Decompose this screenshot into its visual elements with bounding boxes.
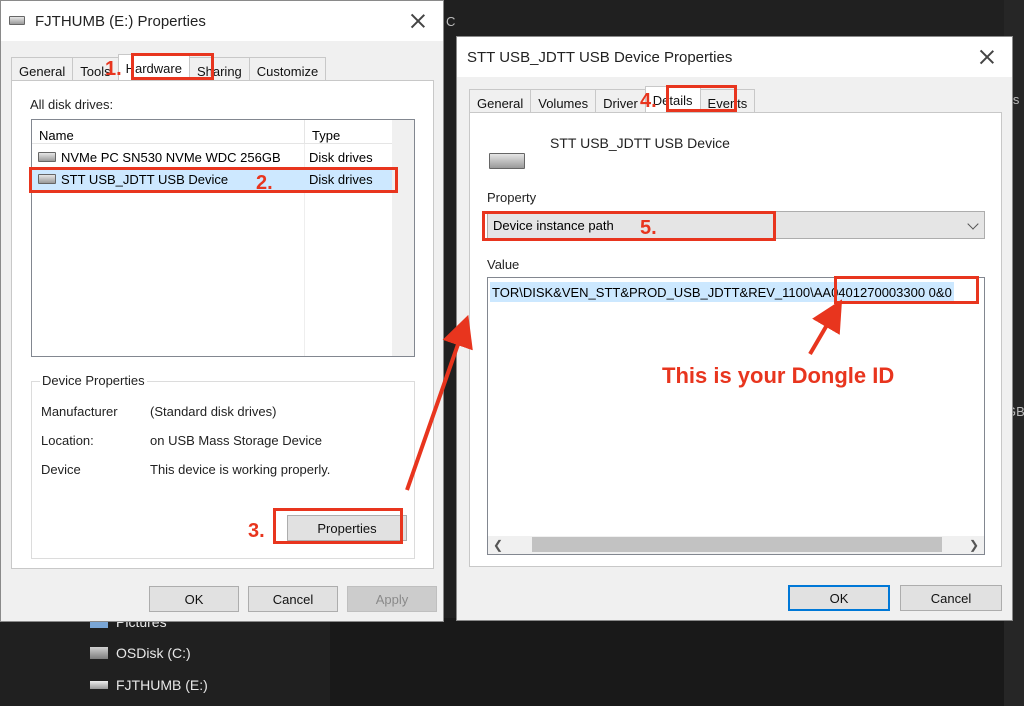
arrow-to-dongle-id	[808, 299, 843, 356]
arrow-to-device-window	[405, 314, 473, 491]
annotation-arrows	[405, 299, 843, 491]
